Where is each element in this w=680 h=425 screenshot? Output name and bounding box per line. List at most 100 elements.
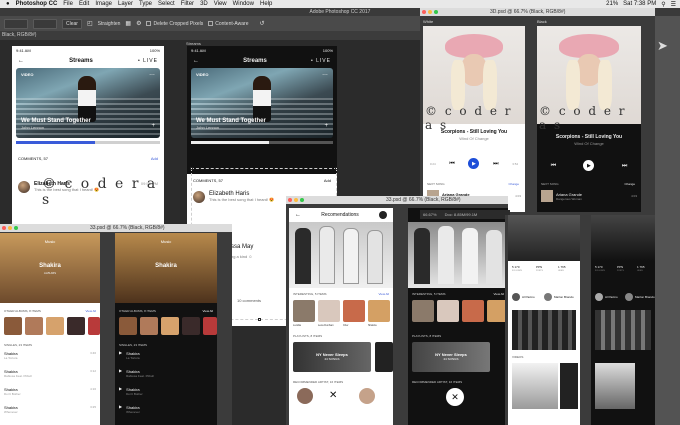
close-icon[interactable]: ✕ bbox=[329, 390, 337, 401]
back-arrow-icon[interactable]: ← bbox=[18, 58, 24, 64]
send-icon[interactable]: ➤ bbox=[657, 38, 677, 58]
album-thumb[interactable] bbox=[119, 317, 137, 335]
list-item[interactable]: Shakira Whenever 3:25 bbox=[4, 405, 96, 423]
list-item[interactable]: ▶ Shakira Don't Bother bbox=[119, 387, 213, 405]
close-button[interactable] bbox=[288, 198, 292, 202]
zoom-button[interactable] bbox=[434, 10, 438, 14]
menu-help[interactable]: Help bbox=[260, 1, 272, 7]
change-link[interactable]: Change bbox=[624, 182, 635, 186]
back-arrow-icon[interactable]: ← bbox=[193, 58, 199, 64]
list-item[interactable]: Shakira La Tortura 3:46 bbox=[4, 351, 96, 369]
avatar[interactable] bbox=[359, 388, 375, 404]
minimize-button[interactable] bbox=[8, 226, 12, 230]
artist-thumb[interactable] bbox=[343, 300, 365, 322]
menu-window[interactable]: Window bbox=[233, 1, 254, 7]
live-badge[interactable]: • LIVE bbox=[138, 58, 158, 64]
straighten-button[interactable]: Straighten bbox=[98, 21, 121, 27]
artist-thumb[interactable] bbox=[412, 300, 434, 322]
zoom-button[interactable] bbox=[14, 226, 18, 230]
back-arrow-icon[interactable]: ← bbox=[295, 212, 301, 218]
album-thumb[interactable] bbox=[203, 317, 217, 335]
menu-3d[interactable]: 3D bbox=[200, 1, 208, 7]
play-button[interactable]: ▶ bbox=[468, 158, 480, 169]
menu-filter[interactable]: Filter bbox=[181, 1, 194, 7]
playlist-banner[interactable]: NY Never Sleeps 24 SONGS bbox=[412, 342, 490, 372]
profile-icon[interactable] bbox=[379, 211, 387, 219]
album-thumb[interactable] bbox=[67, 317, 85, 335]
album-thumb[interactable] bbox=[161, 317, 179, 335]
ratio-field-2[interactable] bbox=[33, 18, 57, 29]
avatar[interactable] bbox=[297, 388, 313, 404]
prev-icon[interactable]: ⏮ bbox=[449, 161, 454, 167]
artist-thumb[interactable] bbox=[318, 300, 340, 322]
next-song-item[interactable]: Ariana GrandeDangerous Woman 4:03 bbox=[541, 190, 637, 202]
play-icon[interactable]: ▶ bbox=[119, 387, 122, 405]
view-all-link[interactable]: View All bbox=[494, 292, 504, 296]
close-button[interactable] bbox=[2, 226, 6, 230]
artist-thumb[interactable] bbox=[462, 300, 484, 322]
list-item[interactable]: Shakira Don't Bother 4:16 bbox=[4, 387, 96, 405]
album-thumb[interactable] bbox=[25, 317, 43, 335]
delete-cropped-checkbox[interactable]: Delete Cropped Pixels bbox=[146, 21, 203, 27]
photo-card[interactable] bbox=[595, 310, 651, 350]
video-card[interactable]: VIDEO … We Must Stand Together John Lenn… bbox=[191, 68, 333, 138]
next-icon[interactable]: ⏭ bbox=[493, 161, 498, 167]
album-thumb[interactable] bbox=[88, 317, 100, 335]
play-button[interactable]: ▶ bbox=[583, 160, 595, 171]
list-item[interactable]: ▶ Shakira La Tortura bbox=[119, 351, 213, 369]
add-icon[interactable]: + bbox=[324, 123, 328, 129]
zoom-button[interactable] bbox=[300, 198, 304, 202]
close-icon[interactable]: ✕ bbox=[446, 388, 464, 406]
video-progress[interactable] bbox=[16, 141, 160, 144]
minimize-button[interactable] bbox=[294, 198, 298, 202]
straighten-icon[interactable]: ◰ bbox=[87, 21, 93, 27]
menu-select[interactable]: Select bbox=[158, 1, 175, 7]
menu-edit[interactable]: Edit bbox=[79, 1, 89, 7]
grid-overlay-icon[interactable]: ▦ bbox=[125, 21, 131, 27]
avatar[interactable] bbox=[625, 293, 633, 301]
menu-list-icon[interactable]: ☰ bbox=[671, 1, 676, 8]
video-progress[interactable] bbox=[191, 141, 333, 144]
photo-card[interactable] bbox=[512, 363, 558, 409]
play-icon[interactable]: ▶ bbox=[119, 405, 122, 423]
artist-thumb[interactable] bbox=[293, 300, 315, 322]
list-item[interactable]: Shakira Rabiosa Feat. Pitbull 3:12 bbox=[4, 369, 96, 387]
transform-handle[interactable] bbox=[190, 167, 193, 170]
prev-icon[interactable]: ⏮ bbox=[551, 163, 556, 169]
play-icon[interactable]: ▶ bbox=[119, 369, 122, 387]
album-thumb[interactable] bbox=[140, 317, 158, 335]
menu-image[interactable]: Image bbox=[95, 1, 112, 7]
apple-icon[interactable]: ● bbox=[6, 1, 10, 7]
playlist-banner[interactable]: NY Never Sleeps 24 SONGS bbox=[293, 342, 371, 372]
view-all-link[interactable]: View All bbox=[86, 309, 96, 313]
list-item[interactable]: ▶ Shakira Whenever bbox=[119, 405, 213, 423]
menu-type[interactable]: Type bbox=[139, 1, 152, 7]
artist-thumb[interactable] bbox=[437, 300, 459, 322]
change-link[interactable]: Change bbox=[508, 182, 519, 186]
photo-card[interactable] bbox=[512, 310, 576, 350]
transform-handle[interactable] bbox=[335, 167, 338, 170]
video-card[interactable]: VIDEO … We Must Stand Together John Lenn… bbox=[16, 68, 160, 138]
document-tab[interactable]: Black, RGB/8#) bbox=[0, 31, 420, 40]
zoom-level[interactable]: 66.67% bbox=[423, 212, 437, 217]
next-icon[interactable]: ⏭ bbox=[622, 163, 627, 169]
reset-icon[interactable]: ↺ bbox=[260, 21, 265, 27]
clock[interactable]: Sat 7:38 PM bbox=[623, 1, 656, 8]
artist-thumb[interactable] bbox=[368, 300, 390, 322]
menu-view[interactable]: View bbox=[214, 1, 227, 7]
album-thumb[interactable] bbox=[46, 317, 64, 335]
view-all-link[interactable]: View All bbox=[203, 309, 213, 313]
comments-add[interactable]: Add bbox=[151, 156, 158, 161]
album-thumb[interactable] bbox=[182, 317, 200, 335]
play-icon[interactable]: ▶ bbox=[119, 351, 122, 369]
avatar[interactable] bbox=[544, 293, 552, 301]
more-icon[interactable]: … bbox=[149, 71, 155, 77]
gear-icon[interactable]: ⚙ bbox=[136, 21, 141, 27]
minimize-button[interactable] bbox=[428, 10, 432, 14]
add-icon[interactable]: + bbox=[151, 123, 155, 129]
avatar[interactable] bbox=[512, 293, 520, 301]
menu-app[interactable]: Photoshop CC bbox=[16, 1, 58, 7]
photo-card[interactable] bbox=[595, 363, 635, 409]
list-item[interactable]: ▶ Shakira Rabiosa Feat. Pitbull bbox=[119, 369, 213, 387]
ratio-field[interactable] bbox=[4, 18, 28, 29]
